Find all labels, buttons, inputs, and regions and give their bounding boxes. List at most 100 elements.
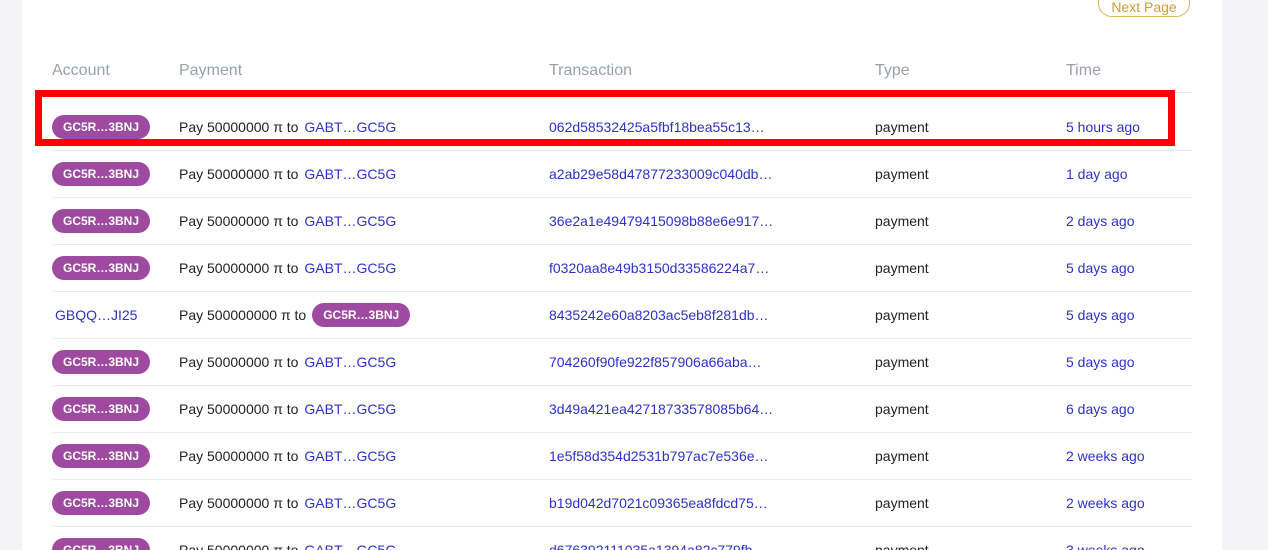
transaction-cell: b19d042d7021c09365ea8fdcd75… — [549, 479, 768, 526]
account-link[interactable]: GBQQ…JI25 — [52, 307, 137, 323]
time-cell: 2 weeks ago — [1066, 432, 1145, 479]
transaction-cell: 062d58532425a5fbf18bea55c13… — [549, 103, 765, 150]
time-link[interactable]: 5 hours ago — [1066, 119, 1140, 135]
transaction-link[interactable]: 3d49a421ea42718733578085b64… — [549, 401, 773, 417]
payment-cell: Pay 50000000 π to GABT…GC5G — [179, 479, 396, 526]
transaction-cell: d676392111035a1394a82c779fb… — [549, 526, 766, 550]
time-link[interactable]: 3 weeks ago — [1066, 542, 1145, 550]
time-link[interactable]: 2 days ago — [1066, 213, 1135, 229]
recipient-link[interactable]: GABT…GC5G — [304, 448, 396, 464]
payment-cell: Pay 50000000 π to GABT…GC5G — [179, 526, 396, 550]
time-cell: 5 days ago — [1066, 244, 1135, 291]
table-row: GC5R…3BNJ Pay 50000000 π to GABT…GC5G 3d49a… — [52, 385, 1192, 433]
account-badge[interactable]: GC5R…3BNJ — [52, 537, 151, 550]
transaction-link[interactable]: a2ab29e58d47877233009c040db… — [549, 166, 772, 182]
payment-description: Pay 50000000 π to — [179, 259, 299, 276]
account-badge[interactable]: GC5R…3BNJ — [52, 443, 151, 468]
time-link[interactable]: 2 weeks ago — [1066, 448, 1145, 464]
type-cell: payment — [875, 103, 929, 150]
account-cell: GC5R…3BNJ — [52, 479, 151, 526]
account-badge[interactable]: GC5R…3BNJ — [52, 114, 151, 139]
payment-description: Pay 50000000 π to — [179, 447, 299, 464]
account-cell: GC5R…3BNJ — [52, 244, 151, 291]
recipient-link[interactable]: GABT…GC5G — [304, 401, 396, 417]
recipient-link[interactable]: GABT…GC5G — [304, 119, 396, 135]
time-cell: 2 weeks ago — [1066, 479, 1145, 526]
recipient-link[interactable]: GABT…GC5G — [304, 260, 396, 276]
type-cell: payment — [875, 244, 929, 291]
payment-description: Pay 50000000 π to — [179, 212, 299, 229]
transaction-link[interactable]: 1e5f58d354d2531b797ac7e536e… — [549, 448, 769, 464]
transaction-cell: 8435242e60a8203ac5eb8f281db… — [549, 291, 769, 338]
transaction-link[interactable]: f0320aa8e49b3150d33586224a7… — [549, 260, 769, 276]
payment-description: Pay 50000000 π to — [179, 541, 299, 550]
time-cell: 6 days ago — [1066, 385, 1135, 432]
operation-type: payment — [875, 400, 929, 417]
column-header-type: Type — [875, 62, 910, 79]
transaction-cell: 1e5f58d354d2531b797ac7e536e… — [549, 432, 769, 479]
account-badge[interactable]: GC5R…3BNJ — [52, 490, 151, 515]
account-cell: GC5R…3BNJ — [52, 526, 151, 550]
account-cell: GC5R…3BNJ — [52, 432, 151, 479]
account-cell: GC5R…3BNJ — [52, 338, 151, 385]
payment-cell: Pay 50000000 π to GABT…GC5G — [179, 197, 396, 244]
next-page-button[interactable]: Next Page — [1098, 0, 1190, 17]
payment-description: Pay 500000000 π to — [179, 306, 307, 323]
time-link[interactable]: 5 days ago — [1066, 260, 1135, 276]
time-cell: 1 day ago — [1066, 150, 1128, 197]
table-row: GC5R…3BNJ Pay 50000000 π to GABT…GC5G 1e5f5… — [52, 432, 1192, 480]
transaction-link[interactable]: 8435242e60a8203ac5eb8f281db… — [549, 307, 769, 323]
payment-description: Pay 50000000 π to — [179, 353, 299, 370]
account-badge[interactable]: GC5R…3BNJ — [52, 349, 151, 374]
account-badge[interactable]: GC5R…3BNJ — [52, 208, 151, 233]
payment-cell: Pay 50000000 π to GABT…GC5G — [179, 103, 396, 150]
payment-description: Pay 50000000 π to — [179, 118, 299, 135]
account-badge[interactable]: GC5R…3BNJ — [52, 255, 151, 280]
column-header-payment: Payment — [179, 62, 243, 79]
type-cell: payment — [875, 291, 929, 338]
account-badge[interactable]: GC5R…3BNJ — [52, 396, 151, 421]
operation-type: payment — [875, 306, 929, 323]
type-cell: payment — [875, 385, 929, 432]
payment-cell: Pay 50000000 π to GABT…GC5G — [179, 338, 396, 385]
transaction-link[interactable]: 704260f90fe922f857906a66aba… — [549, 354, 762, 370]
recipient-link[interactable]: GABT…GC5G — [304, 213, 396, 229]
time-link[interactable]: 5 days ago — [1066, 307, 1135, 323]
type-cell: payment — [875, 526, 929, 550]
time-link[interactable]: 6 days ago — [1066, 401, 1135, 417]
transaction-link[interactable]: 062d58532425a5fbf18bea55c13… — [549, 119, 765, 135]
type-cell: payment — [875, 197, 929, 244]
operation-type: payment — [875, 494, 929, 511]
operation-type: payment — [875, 118, 929, 135]
recipient-link[interactable]: GABT…GC5G — [304, 542, 396, 550]
table-row: GC5R…3BNJ Pay 50000000 π to GABT…GC5G f0320… — [52, 244, 1192, 292]
account-badge[interactable]: GC5R…3BNJ — [52, 161, 151, 186]
recipient-link[interactable]: GABT…GC5G — [304, 166, 396, 182]
operation-type: payment — [875, 541, 929, 550]
operation-type: payment — [875, 447, 929, 464]
transaction-link[interactable]: b19d042d7021c09365ea8fdcd75… — [549, 495, 768, 511]
table-row: GC5R…3BNJ Pay 50000000 π to GABT…GC5G d6763… — [52, 526, 1192, 550]
recipient-link[interactable]: GABT…GC5G — [304, 495, 396, 511]
transaction-cell: a2ab29e58d47877233009c040db… — [549, 150, 772, 197]
time-link[interactable]: 1 day ago — [1066, 166, 1128, 182]
payment-description: Pay 50000000 π to — [179, 400, 299, 417]
account-cell: GC5R…3BNJ — [52, 197, 151, 244]
payment-cell: Pay 50000000 π to GABT…GC5G — [179, 432, 396, 479]
time-link[interactable]: 5 days ago — [1066, 354, 1135, 370]
table-row: GC5R…3BNJ Pay 50000000 π to GABT…GC5G 70426… — [52, 338, 1192, 386]
table-row: GC5R…3BNJ Pay 50000000 π to GABT…GC5G 36e2a… — [52, 197, 1192, 245]
operation-type: payment — [875, 353, 929, 370]
time-link[interactable]: 2 weeks ago — [1066, 495, 1145, 511]
type-cell: payment — [875, 432, 929, 479]
payment-cell: Pay 50000000 π to GABT…GC5G — [179, 244, 396, 291]
time-cell: 5 days ago — [1066, 291, 1135, 338]
table-row: GC5R…3BNJ Pay 50000000 π to GABT…GC5G a2ab2… — [52, 150, 1192, 198]
transaction-link[interactable]: 36e2a1e49479415098b88e6e917… — [549, 213, 773, 229]
table-row: GC5R…3BNJ Pay 50000000 π to GABT…GC5G b19d0… — [52, 479, 1192, 527]
recipient-badge[interactable]: GC5R…3BNJ — [312, 302, 411, 327]
transaction-cell: f0320aa8e49b3150d33586224a7… — [549, 244, 769, 291]
payments-panel: Next Page Account Payment Transaction Ty… — [22, 0, 1222, 550]
recipient-link[interactable]: GABT…GC5G — [304, 354, 396, 370]
transaction-link[interactable]: d676392111035a1394a82c779fb… — [549, 542, 766, 550]
